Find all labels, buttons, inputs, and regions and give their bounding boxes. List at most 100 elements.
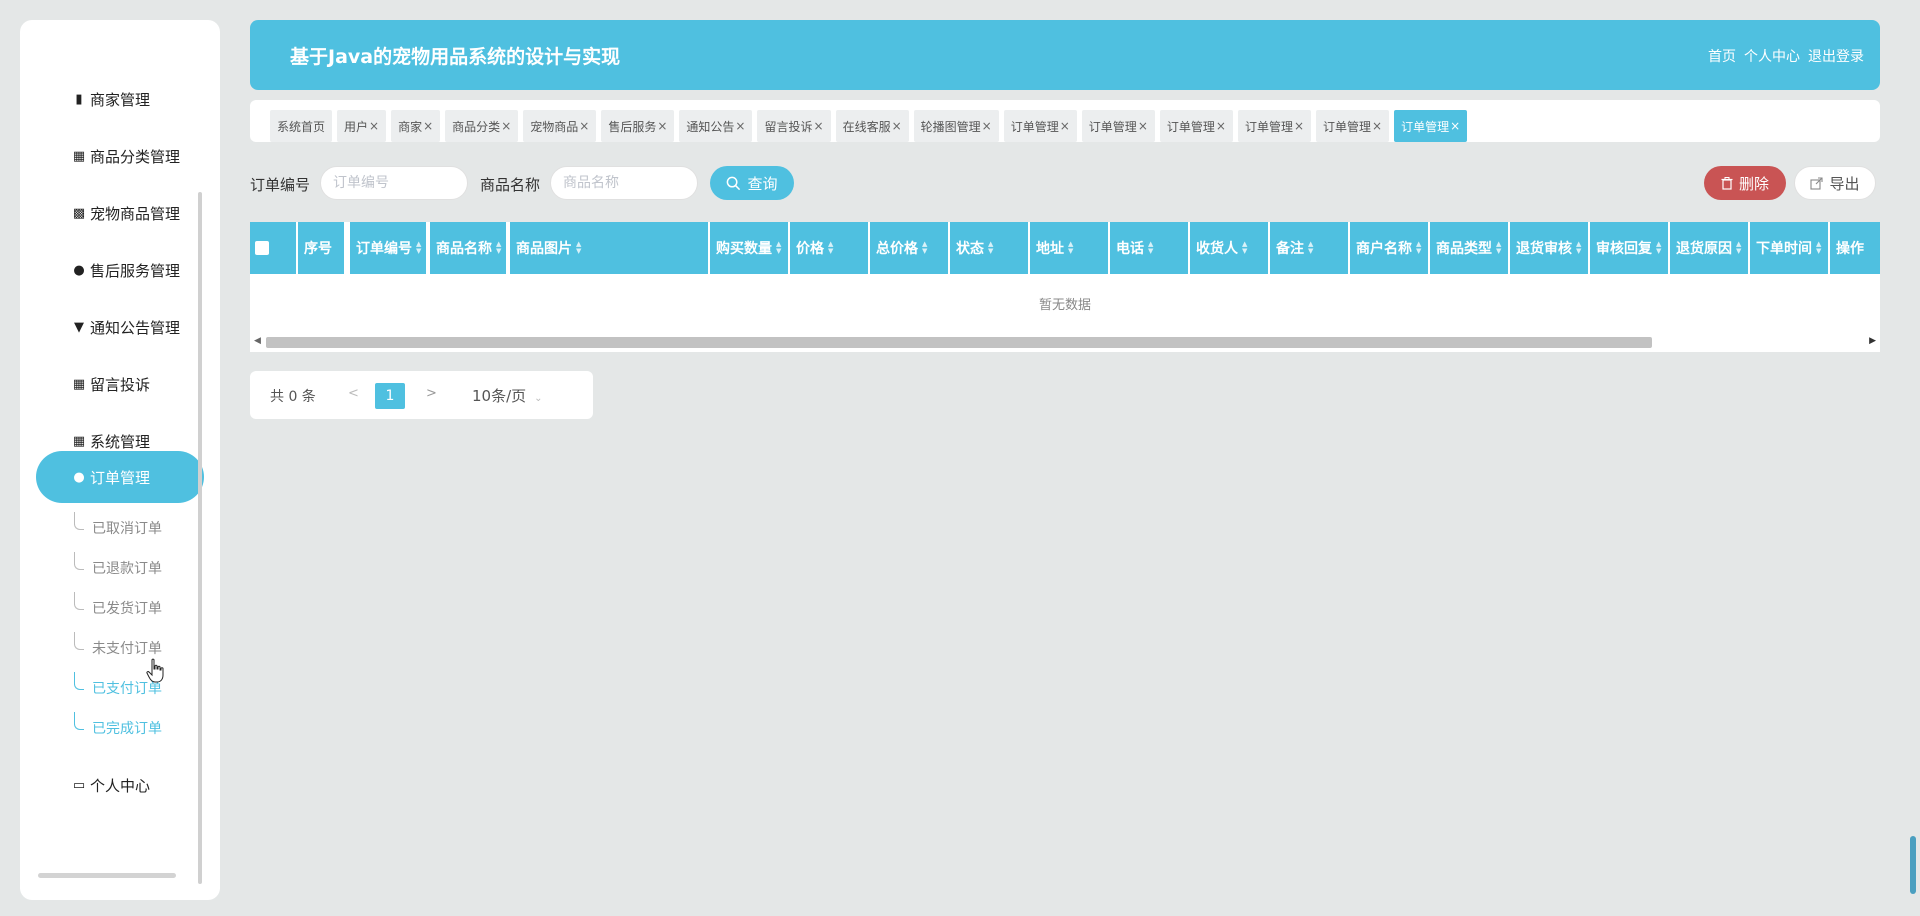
tab[interactable]: 售后服务 × — [601, 110, 675, 142]
close-icon[interactable]: × — [1450, 119, 1460, 133]
product-name-input[interactable] — [550, 166, 698, 200]
sidebar-vertical-scrollbar[interactable] — [198, 192, 202, 884]
close-icon[interactable]: × — [814, 119, 824, 133]
sidebar-horizontal-scrollbar[interactable] — [38, 873, 176, 878]
sidebar-item-after-sales[interactable]: ● 售后服务管理 — [70, 244, 180, 296]
tab[interactable]: 留言投诉 × — [757, 110, 831, 142]
column-header[interactable]: 商品类型 ▲ ▼ — [1430, 222, 1508, 274]
tab[interactable]: 订单管理 × — [1237, 110, 1312, 142]
close-icon[interactable]: × — [1060, 119, 1070, 133]
column-header[interactable]: 购买数量 ▲ ▼ — [710, 222, 788, 274]
column-header[interactable]: 商品名称 ▲ ▼ — [430, 222, 506, 274]
sort-icon[interactable]: ▲ ▼ — [1242, 241, 1247, 255]
query-button[interactable]: 查询 — [710, 166, 794, 200]
sidebar-item-merchant[interactable]: ▮ 商家管理 — [70, 73, 150, 125]
column-header[interactable]: 商品图片 ▲ ▼ — [510, 222, 708, 274]
column-header[interactable]: 操作 — [1830, 222, 1880, 274]
column-header[interactable]: 退货原因 ▲ ▼ — [1670, 222, 1748, 274]
tab[interactable]: 商品分类 × — [445, 110, 519, 142]
sort-icon[interactable]: ▲ ▼ — [1148, 241, 1153, 255]
column-header[interactable]: 商户名称 ▲ ▼ — [1350, 222, 1428, 274]
close-icon[interactable]: × — [579, 119, 589, 133]
close-icon[interactable]: × — [892, 119, 902, 133]
sort-icon[interactable]: ▲ ▼ — [1496, 241, 1501, 255]
sidebar-item-orders[interactable]: ● 订单管理 — [36, 451, 204, 503]
sidebar-item-category[interactable]: ▦ 商品分类管理 — [70, 130, 180, 182]
tab[interactable]: 轮播图管理 × — [913, 110, 999, 142]
tab[interactable]: 在线客服 × — [835, 110, 909, 142]
window-scroll-indicator[interactable] — [1910, 836, 1916, 894]
column-header[interactable]: 收货人 ▲ ▼ — [1190, 222, 1268, 274]
select-all-checkbox[interactable] — [255, 241, 269, 255]
close-icon[interactable]: × — [657, 119, 667, 133]
scroll-left-arrow-icon[interactable]: ◀ — [254, 336, 261, 346]
tab[interactable]: 宠物商品 × — [523, 110, 597, 142]
column-header[interactable]: 下单时间 ▲ ▼ — [1750, 222, 1828, 274]
sidebar-item-profile[interactable]: ▭ 个人中心 — [70, 759, 150, 811]
sort-icon[interactable]: ▲ ▼ — [1816, 241, 1821, 255]
column-header[interactable]: 状态 ▲ ▼ — [950, 222, 1028, 274]
column-header[interactable]: 审核回复 ▲ ▼ — [1590, 222, 1668, 274]
close-icon[interactable]: × — [1138, 119, 1148, 133]
page-size-select[interactable]: 10条/页 ⌄ — [472, 385, 543, 406]
sidebar-item-complaints[interactable]: ▦ 留言投诉 — [70, 358, 150, 410]
page-number-button[interactable]: 1 — [375, 383, 405, 409]
page-size-value: 10条/页 — [472, 387, 527, 405]
home-link[interactable]: 首页 — [1708, 46, 1736, 66]
close-icon[interactable]: × — [735, 119, 745, 133]
sort-icon[interactable]: ▲ ▼ — [1736, 241, 1741, 255]
column-header[interactable]: 价格 ▲ ▼ — [790, 222, 868, 274]
column-header[interactable]: 地址 ▲ ▼ — [1030, 222, 1108, 274]
logout-link[interactable]: 退出登录 — [1808, 46, 1864, 66]
tab[interactable]: 用户 × — [337, 110, 387, 142]
delete-button[interactable]: 删除 — [1704, 166, 1786, 200]
sort-icon[interactable]: ▲ ▼ — [922, 241, 927, 255]
tab[interactable]: 订单管理 × — [1159, 110, 1233, 142]
close-icon[interactable]: × — [501, 119, 511, 133]
sort-icon[interactable]: ▲ ▼ — [576, 241, 581, 255]
sort-icon[interactable]: ▲ ▼ — [1308, 241, 1313, 255]
tab[interactable]: 订单管理 × — [1316, 110, 1390, 142]
sidebar-item-notice[interactable]: ▼ 通知公告管理 — [70, 301, 180, 353]
tab[interactable]: 商家 × — [391, 110, 441, 142]
order-no-input[interactable] — [320, 166, 468, 200]
submenu-completed-orders[interactable]: 已完成订单 — [74, 712, 162, 742]
sidebar-item-pet-products[interactable]: ▩ 宠物商品管理 — [70, 187, 180, 239]
sort-icon[interactable]: ▲ ▼ — [988, 241, 993, 255]
tab[interactable]: 通知公告 × — [679, 110, 753, 142]
scroll-thumb[interactable] — [266, 337, 1652, 348]
next-page-button[interactable]: > — [426, 386, 437, 401]
column-header[interactable]: 退货审核 ▲ ▼ — [1510, 222, 1588, 274]
submenu-refunded-orders[interactable]: 已退款订单 — [74, 552, 162, 582]
sort-icon[interactable]: ▲ ▼ — [416, 241, 421, 255]
column-header[interactable]: 备注 ▲ ▼ — [1270, 222, 1348, 274]
sort-icon[interactable]: ▲ ▼ — [496, 241, 501, 255]
submenu-shipped-orders[interactable]: 已发货订单 — [74, 592, 162, 622]
column-header[interactable]: 序号 — [298, 222, 344, 274]
sort-icon[interactable]: ▲ ▼ — [1068, 241, 1073, 255]
scroll-right-arrow-icon[interactable]: ▶ — [1869, 336, 1876, 346]
tab[interactable]: 系统首页 — [270, 110, 333, 142]
sort-icon[interactable]: ▲ ▼ — [1656, 241, 1661, 255]
submenu-cancelled-orders[interactable]: 已取消订单 — [74, 512, 162, 542]
close-icon[interactable]: × — [369, 119, 379, 133]
sort-icon[interactable]: ▲ ▼ — [828, 241, 833, 255]
profile-link[interactable]: 个人中心 — [1744, 46, 1800, 66]
close-icon[interactable]: × — [982, 119, 992, 133]
sort-icon[interactable]: ▲ ▼ — [1416, 241, 1421, 255]
column-header[interactable]: 订单编号 ▲ ▼ — [350, 222, 426, 274]
column-header[interactable]: 总价格 ▲ ▼ — [870, 222, 948, 274]
close-icon[interactable]: × — [1294, 119, 1304, 133]
close-icon[interactable]: × — [423, 119, 433, 133]
prev-page-button[interactable]: < — [348, 386, 359, 401]
table-horizontal-scrollbar[interactable]: ◀ ▶ — [250, 334, 1880, 350]
export-button[interactable]: 导出 — [1794, 166, 1876, 200]
tab[interactable]: 订单管理 × — [1003, 110, 1077, 142]
column-header[interactable]: 电话 ▲ ▼ — [1110, 222, 1188, 274]
sort-icon[interactable]: ▲ ▼ — [776, 241, 781, 255]
close-icon[interactable]: × — [1216, 119, 1226, 133]
close-icon[interactable]: × — [1372, 119, 1382, 133]
sort-icon[interactable]: ▲ ▼ — [1576, 241, 1581, 255]
tab[interactable]: 订单管理 × — [1394, 110, 1468, 142]
tab[interactable]: 订单管理 × — [1081, 110, 1155, 142]
